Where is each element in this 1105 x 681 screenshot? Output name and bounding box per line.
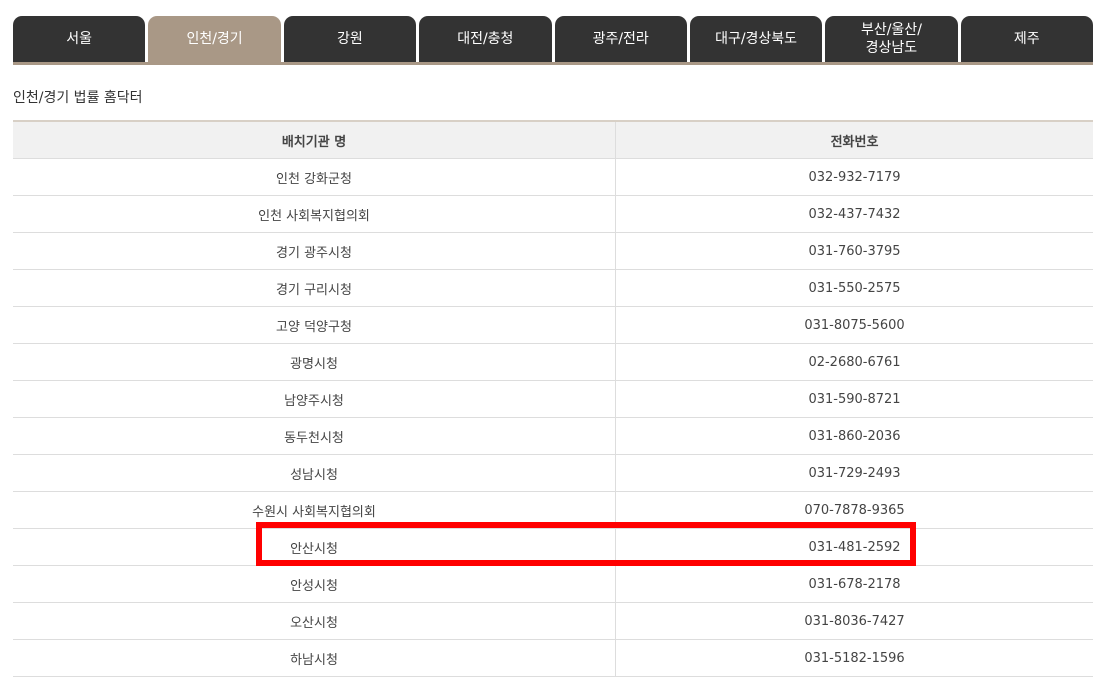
phone-cell: 031-550-2575 [808, 280, 901, 296]
table-row: 하남시청 031-5182-1596 [13, 640, 1093, 677]
phone-cell: 031-860-2036 [808, 428, 901, 444]
phone-cell: 031-590-8721 [808, 391, 901, 407]
contact-table: 배치기관 명 전화번호 인천 강화군청 032-932-7179 인천 사회복지… [13, 120, 1093, 677]
phone-cell: 032-932-7179 [808, 169, 901, 185]
table-row: 성남시청 031-729-2493 [13, 455, 1093, 492]
header-agency-name: 배치기관 명 [13, 122, 616, 158]
agency-name-cell: 인천 강화군청 [13, 159, 616, 195]
tab-underline [13, 62, 1093, 65]
phone-cell: 031-760-3795 [808, 243, 901, 259]
table-row: 고양 덕양구청 031-8075-5600 [13, 307, 1093, 344]
table-row: 남양주시청 031-590-8721 [13, 381, 1093, 418]
phone-cell: 031-481-2592 [808, 539, 901, 555]
header-phone: 전화번호 [830, 134, 879, 150]
table-header-row: 배치기관 명 전화번호 [13, 122, 1093, 159]
phone-cell: 031-729-2493 [808, 465, 901, 481]
agency-name-cell: 인천 사회복지협의회 [13, 196, 616, 232]
phone-cell: 02-2680-6761 [808, 354, 901, 370]
tab-incheon-gyeonggi[interactable]: 인천/경기 [148, 16, 281, 62]
agency-name-cell: 고양 덕양구청 [13, 307, 616, 343]
tab-gwangju-jeolla[interactable]: 광주/전라 [554, 16, 687, 62]
section-title: 인천/경기 법률 홈닥터 [13, 90, 143, 106]
phone-cell: 031-8075-5600 [804, 317, 905, 333]
table-row: 인천 강화군청 032-932-7179 [13, 159, 1093, 196]
phone-cell: 070-7878-9365 [804, 502, 905, 518]
phone-cell: 031-678-2178 [808, 576, 901, 592]
agency-name-cell: 경기 광주시청 [13, 233, 616, 269]
agency-name-cell: 안산시청 [13, 529, 616, 565]
table-row: 경기 광주시청 031-760-3795 [13, 233, 1093, 270]
table-row: 오산시청 031-8036-7427 [13, 603, 1093, 640]
agency-name-cell: 하남시청 [13, 640, 616, 676]
region-tabs: 서울 인천/경기 강원 대전/충청 광주/전라 대구/경상북도 부산/울산/ 경… [13, 16, 1093, 62]
agency-name-cell: 수원시 사회복지협의회 [13, 492, 616, 528]
agency-name-cell: 오산시청 [13, 603, 616, 639]
agency-name-cell: 남양주시청 [13, 381, 616, 417]
tab-daejeon-chungcheong[interactable]: 대전/충청 [419, 16, 552, 62]
table-row: 광명시청 02-2680-6761 [13, 344, 1093, 381]
table-row: 안성시청 031-678-2178 [13, 566, 1093, 603]
table-row: 수원시 사회복지협의회 070-7878-9365 [13, 492, 1093, 529]
table-row: 경기 구리시청 031-550-2575 [13, 270, 1093, 307]
agency-name-cell: 안성시청 [13, 566, 616, 602]
tab-daegu-gyeongbuk[interactable]: 대구/경상북도 [689, 16, 823, 62]
agency-name-cell: 동두천시청 [13, 418, 616, 454]
tab-gangwon[interactable]: 강원 [283, 16, 417, 62]
agency-name-cell: 경기 구리시청 [13, 270, 616, 306]
agency-name-cell: 광명시청 [13, 344, 616, 380]
tab-seoul[interactable]: 서울 [13, 16, 146, 62]
table-row: 동두천시청 031-860-2036 [13, 418, 1093, 455]
phone-cell: 031-8036-7427 [804, 613, 905, 629]
phone-cell: 031-5182-1596 [804, 650, 905, 666]
table-row-highlighted: 안산시청 031-481-2592 [13, 529, 1093, 566]
tab-busan-ulsan-gyeongnam[interactable]: 부산/울산/ 경상남도 [825, 16, 958, 62]
phone-cell: 032-437-7432 [808, 206, 901, 222]
tab-jeju[interactable]: 제주 [960, 16, 1093, 62]
table-row: 인천 사회복지협의회 032-437-7432 [13, 196, 1093, 233]
agency-name-cell: 성남시청 [13, 455, 616, 491]
